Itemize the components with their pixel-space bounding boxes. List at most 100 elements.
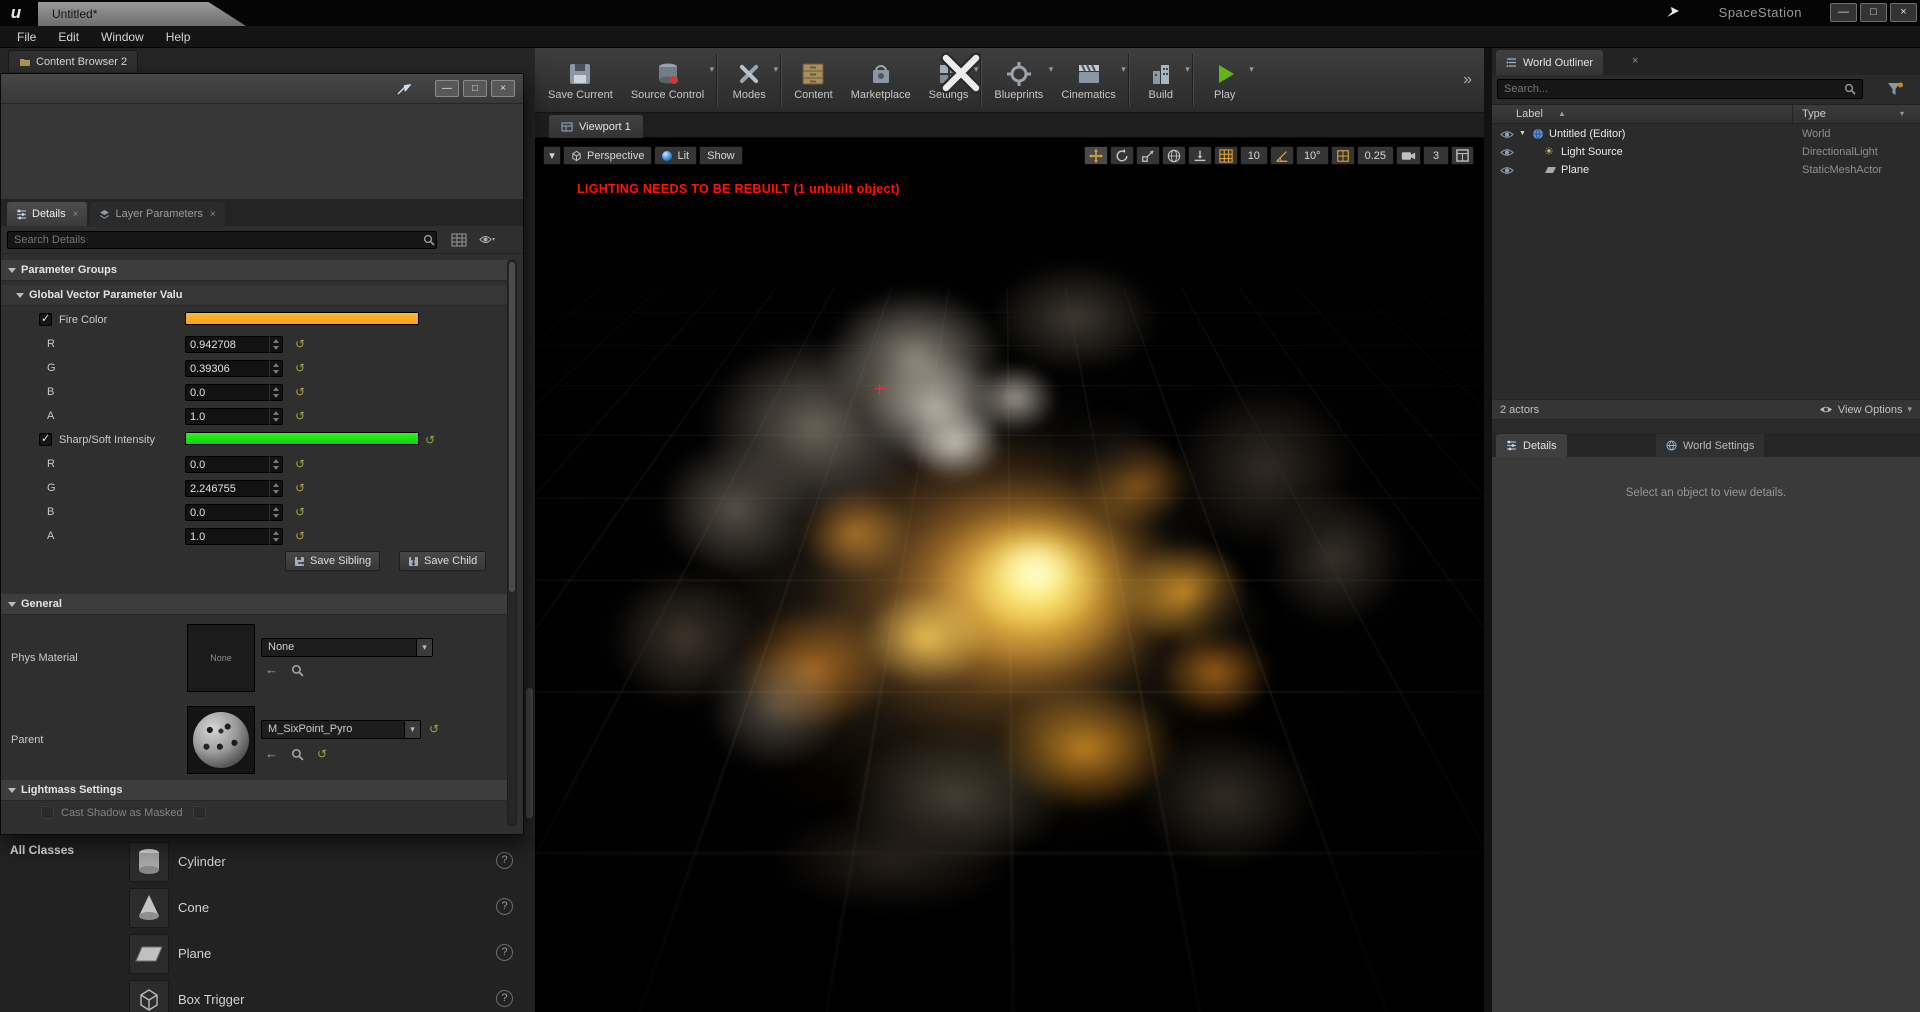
outliner-row-world[interactable]: ▼ Untitled (Editor) World xyxy=(1492,125,1920,143)
save-current-button[interactable]: Save Current xyxy=(539,48,622,112)
cast-shadow-checkbox[interactable] xyxy=(41,806,54,819)
section-parameter-groups[interactable]: Parameter Groups xyxy=(1,260,509,281)
tab-details[interactable]: Details × xyxy=(7,202,87,226)
use-selected-arrow-icon[interactable]: ← xyxy=(265,746,278,761)
sharp-soft-checkbox[interactable] xyxy=(39,433,52,446)
list-item-plane[interactable]: Plane ? xyxy=(100,932,520,976)
scale-tool-button[interactable] xyxy=(1136,146,1160,165)
grid-view-button[interactable] xyxy=(451,233,467,247)
source-control-button[interactable]: Source Control ▾ xyxy=(622,48,713,112)
list-item-box-trigger[interactable]: Box Trigger ? xyxy=(100,978,520,1012)
column-type[interactable]: Type xyxy=(1802,108,1826,120)
fire-color-checkbox[interactable] xyxy=(39,313,52,326)
menu-file[interactable]: File xyxy=(6,26,47,48)
reset-icon[interactable]: ↺ xyxy=(295,505,305,519)
close-button[interactable]: × xyxy=(491,80,515,97)
outliner-search-input[interactable] xyxy=(1497,79,1863,99)
surface-snap-button[interactable] xyxy=(1188,146,1212,165)
reset-icon[interactable]: ↺ xyxy=(429,722,439,736)
minimize-button[interactable]: — xyxy=(435,80,459,97)
use-selected-arrow-icon[interactable]: ← xyxy=(265,662,278,677)
marketplace-button[interactable]: Marketplace xyxy=(842,48,920,112)
column-label[interactable]: Label xyxy=(1516,108,1543,120)
build-button[interactable]: Build ▾ xyxy=(1133,48,1189,112)
visibility-eye-icon[interactable] xyxy=(1500,148,1514,157)
close-button[interactable]: × xyxy=(1890,3,1917,22)
reset-icon[interactable]: ↺ xyxy=(425,433,435,447)
toolbar-overflow-button[interactable]: » xyxy=(1455,71,1480,89)
grid-snap-value-button[interactable]: 10 xyxy=(1240,146,1268,165)
sharp-soft-swatch[interactable] xyxy=(185,432,419,445)
view-filter-eye-button[interactable] xyxy=(479,234,495,245)
details-scrollbar[interactable] xyxy=(507,260,517,826)
spinner-icon[interactable] xyxy=(269,408,281,425)
modes-button[interactable]: Modes ▾ xyxy=(721,48,777,112)
panel-divider[interactable] xyxy=(1484,48,1492,1012)
rotation-snap-button[interactable] xyxy=(1270,146,1294,165)
reset-icon[interactable]: ↺ xyxy=(295,361,305,375)
spinner-icon[interactable] xyxy=(269,384,281,401)
visibility-eye-icon[interactable] xyxy=(1500,166,1514,175)
content-button[interactable]: Content xyxy=(785,48,842,112)
scale-snap-value-button[interactable]: 0.25 xyxy=(1357,146,1394,165)
maximize-button[interactable]: □ xyxy=(1860,3,1887,22)
document-tab[interactable]: Untitled* xyxy=(38,2,246,26)
grid-snap-button[interactable] xyxy=(1214,146,1238,165)
reset-icon[interactable]: ↺ xyxy=(295,529,305,543)
camera-speed-value-button[interactable]: 3 xyxy=(1423,146,1449,165)
world-local-toggle-button[interactable] xyxy=(1162,146,1186,165)
spinner-icon[interactable] xyxy=(269,504,281,521)
fire-color-swatch[interactable] xyxy=(185,312,419,325)
spinner-icon[interactable] xyxy=(269,480,281,497)
parent-thumbnail[interactable] xyxy=(187,706,255,774)
minimize-button[interactable]: — xyxy=(1830,3,1857,22)
viewport[interactable]: LIGHTING NEEDS TO BE REBUILT (1 unbuilt … xyxy=(535,138,1484,1012)
outliner-row-plane[interactable]: Plane StaticMeshActor xyxy=(1492,161,1920,179)
spinner-icon[interactable] xyxy=(269,528,281,545)
menu-edit[interactable]: Edit xyxy=(47,26,90,48)
outliner-row-light-source[interactable]: ☀ Light Source DirectionalLight xyxy=(1492,143,1920,161)
scrollbar-thumb[interactable] xyxy=(509,262,515,592)
show-button[interactable]: Show xyxy=(699,146,743,165)
visibility-eye-icon[interactable] xyxy=(1500,130,1514,139)
help-icon[interactable]: ? xyxy=(496,944,513,961)
tab-close-icon[interactable]: × xyxy=(210,209,216,220)
tab-world-settings[interactable]: World Settings xyxy=(1656,434,1764,457)
rotate-tool-button[interactable] xyxy=(1110,146,1134,165)
browse-icon[interactable] xyxy=(291,664,304,677)
translate-tool-button[interactable] xyxy=(1084,146,1108,165)
expand-arrow-icon[interactable]: ▼ xyxy=(1519,130,1526,137)
reset-icon[interactable]: ↺ xyxy=(295,337,305,351)
scrollbar-thumb[interactable] xyxy=(526,688,533,818)
help-icon[interactable]: ? xyxy=(496,990,513,1007)
tab-layer-parameters[interactable]: Layer Parameters × xyxy=(90,202,224,226)
list-item-cone[interactable]: Cone ? xyxy=(100,886,520,930)
menu-help[interactable]: Help xyxy=(155,26,202,48)
section-global-vector[interactable]: Global Vector Parameter Valu xyxy=(1,285,509,306)
search-filter-icon[interactable] xyxy=(1886,81,1904,97)
viewport-tab[interactable]: Viewport 1 xyxy=(549,115,643,138)
play-button[interactable]: Play ▾ xyxy=(1197,48,1253,112)
section-lightmass[interactable]: Lightmass Settings xyxy=(1,780,509,801)
tab-close-icon[interactable]: × xyxy=(1632,55,1638,67)
save-sibling-button[interactable]: Save Sibling xyxy=(285,551,380,571)
cast-shadow-value-checkbox[interactable] xyxy=(193,806,206,819)
menu-window[interactable]: Window xyxy=(90,26,155,48)
blueprints-button[interactable]: Blueprints ▾ xyxy=(985,48,1052,112)
column-divider[interactable] xyxy=(1792,105,1793,125)
tab-details[interactable]: Details xyxy=(1496,434,1567,457)
content-browser-tab[interactable]: Content Browser 2 xyxy=(8,50,138,72)
save-child-button[interactable]: Save Child xyxy=(399,551,486,571)
phys-material-dropdown[interactable]: None ▾ xyxy=(261,638,433,657)
details-search-input[interactable] xyxy=(7,231,437,249)
scale-snap-button[interactable] xyxy=(1331,146,1355,165)
spinner-icon[interactable] xyxy=(269,360,281,377)
browse-icon[interactable] xyxy=(291,748,304,761)
viewport-options-button[interactable]: ▾ xyxy=(543,146,561,165)
rotation-snap-value-button[interactable]: 10° xyxy=(1296,146,1329,165)
cinematics-button[interactable]: Cinematics ▾ xyxy=(1052,48,1124,112)
dock-pin-icon[interactable] xyxy=(397,82,411,95)
parent-dropdown[interactable]: M_SixPoint_Pyro ▾ xyxy=(261,720,421,739)
spinner-icon[interactable] xyxy=(269,456,281,473)
reset-icon[interactable]: ↺ xyxy=(295,457,305,471)
